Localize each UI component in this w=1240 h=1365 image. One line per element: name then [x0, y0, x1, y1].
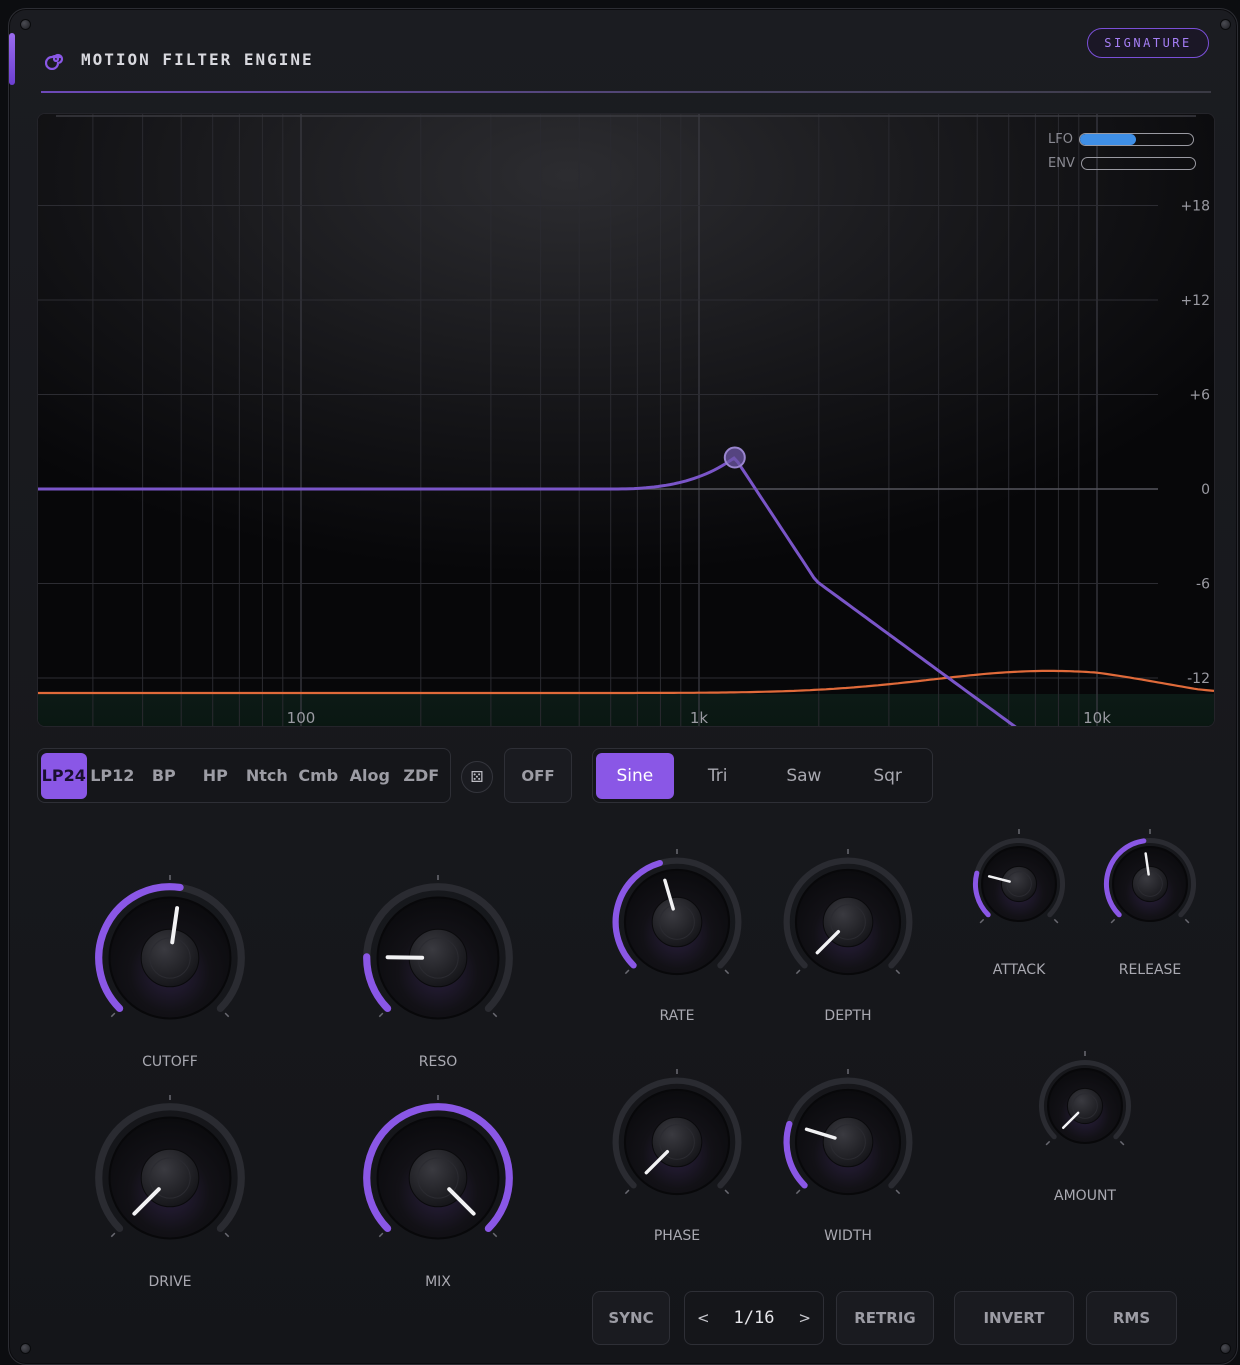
- filter-type-selector: LP24 LP12 BP HP Ntch Cmb Alog ZDF: [37, 748, 451, 803]
- attack-knob[interactable]: [961, 826, 1077, 942]
- width-label: WIDTH: [824, 1228, 872, 1244]
- drive-knob[interactable]: [84, 1092, 256, 1264]
- filter-type-lp12[interactable]: LP12: [87, 753, 139, 799]
- release-knob[interactable]: [1092, 826, 1208, 942]
- release-label: RELEASE: [1118, 962, 1182, 978]
- division-value: 1/16: [733, 1308, 775, 1328]
- title-divider: [41, 91, 1211, 93]
- screw-icon: [20, 1343, 31, 1354]
- graph-floor: [38, 694, 1214, 726]
- env-meter: ENV: [1048, 156, 1196, 171]
- drive-label: DRIVE: [148, 1274, 192, 1290]
- waveform-tri[interactable]: Tri: [674, 753, 762, 799]
- cutoff-knob[interactable]: [84, 872, 256, 1044]
- filter-type-bp[interactable]: BP: [138, 753, 190, 799]
- y-tick-label: -6: [1196, 577, 1210, 593]
- prev-division-button[interactable]: <: [697, 1309, 710, 1327]
- invert-button[interactable]: INVERT: [954, 1291, 1074, 1345]
- header: MOTION FILTER ENGINE: [45, 48, 314, 70]
- accent-bar: [9, 33, 15, 85]
- width-knob[interactable]: [772, 1066, 924, 1218]
- filter-type-zdf[interactable]: ZDF: [396, 753, 448, 799]
- cutoff-handle[interactable]: [723, 446, 746, 469]
- lfo-meter-fill: [1079, 134, 1137, 145]
- y-tick-label: +6: [1189, 388, 1210, 404]
- knob-pointer: [385, 955, 425, 960]
- page-title: MOTION FILTER ENGINE: [81, 49, 314, 69]
- y-tick-label: +18: [1180, 199, 1210, 215]
- phase-label: PHASE: [653, 1228, 701, 1244]
- mix-label: MIX: [425, 1274, 451, 1290]
- reso-label: RESO: [418, 1054, 458, 1070]
- lfo-meter: LFO: [1048, 132, 1194, 147]
- waveform-saw[interactable]: Saw: [762, 753, 847, 799]
- filter-type-ntch[interactable]: Ntch: [241, 753, 293, 799]
- screw-icon: [20, 19, 31, 30]
- phase-knob[interactable]: [601, 1066, 753, 1218]
- response-plot: +18+12+60-6-12-18 1001k10k: [38, 114, 1214, 727]
- depth-knob[interactable]: [772, 846, 924, 998]
- x-tick-label: 1k: [690, 709, 709, 727]
- filter-response-graph[interactable]: +18+12+60-6-12-18 1001k10k LFO ENV: [37, 113, 1215, 727]
- filter-type-alog[interactable]: Alog: [344, 753, 396, 799]
- waveform-sine[interactable]: Sine: [596, 752, 674, 799]
- screw-icon: [1220, 1343, 1231, 1354]
- spiral-logo-icon: [45, 53, 64, 70]
- waveform-selector: Sine Tri Saw Sqr: [592, 748, 933, 803]
- screw-icon: [1220, 19, 1231, 30]
- retrig-button[interactable]: RETRIG: [836, 1291, 934, 1345]
- mix-knob[interactable]: [352, 1092, 524, 1264]
- waveform-sqr[interactable]: Sqr: [846, 753, 929, 799]
- filter-type-lp24[interactable]: LP24: [41, 752, 87, 799]
- x-tick-label: 10k: [1083, 709, 1111, 727]
- depth-label: DEPTH: [824, 1008, 872, 1024]
- x-tick-label: 100: [287, 709, 316, 727]
- reso-knob[interactable]: [352, 872, 524, 1044]
- signature-badge[interactable]: SIGNATURE: [1087, 28, 1209, 58]
- off-button[interactable]: OFF: [504, 748, 572, 803]
- env-meter-label: ENV: [1048, 156, 1075, 171]
- sync-button[interactable]: SYNC: [592, 1291, 670, 1345]
- attack-label: ATTACK: [992, 962, 1046, 978]
- cutoff-label: CUTOFF: [142, 1054, 198, 1070]
- lfo-meter-label: LFO: [1048, 132, 1073, 147]
- filter-type-hp[interactable]: HP: [190, 753, 242, 799]
- y-tick-label: -12: [1187, 671, 1210, 687]
- next-division-button[interactable]: >: [798, 1309, 811, 1327]
- rate-knob[interactable]: [601, 846, 753, 998]
- y-tick-label: +12: [1180, 293, 1210, 309]
- randomize-dice-icon[interactable]: ⚄: [461, 761, 493, 793]
- amount-label: AMOUNT: [1054, 1188, 1116, 1204]
- y-tick-label: 0: [1201, 482, 1210, 498]
- rate-label: RATE: [659, 1008, 695, 1024]
- rate-division-stepper: < 1/16 >: [684, 1291, 824, 1345]
- filter-type-cmb[interactable]: Cmb: [293, 753, 345, 799]
- rms-button[interactable]: RMS: [1086, 1291, 1177, 1345]
- amount-knob[interactable]: [1027, 1048, 1143, 1164]
